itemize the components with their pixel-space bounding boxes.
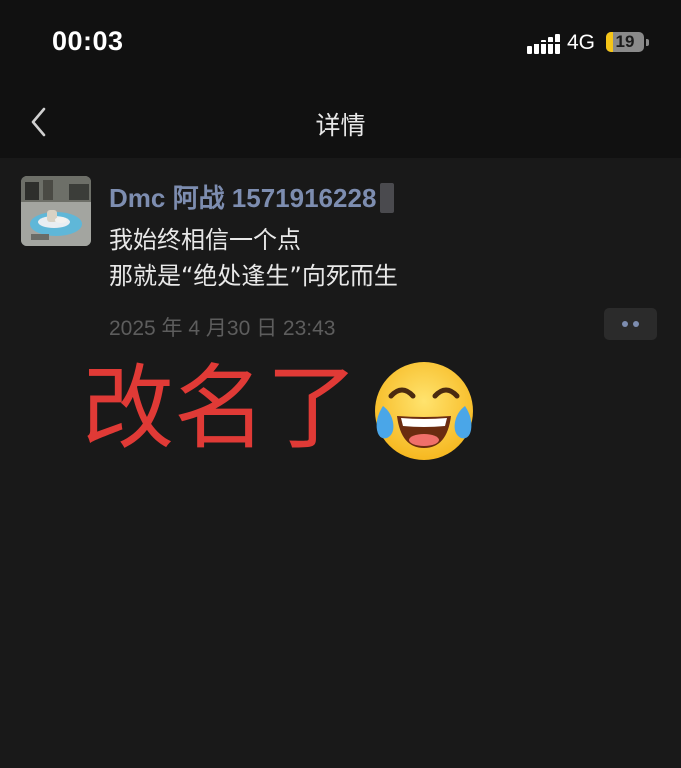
more-button[interactable] (604, 308, 657, 340)
avatar[interactable] (21, 176, 91, 246)
signal-strength-icon (527, 34, 560, 54)
battery-icon: 19 (606, 32, 649, 54)
author-name[interactable]: Dmc 阿战 1571916228 (109, 178, 395, 215)
nav-bar: 详情 (0, 88, 681, 158)
network-type: 4G (567, 31, 596, 54)
post-line: 那就是“绝处逢生”向死而生 (109, 262, 398, 290)
avatar-photo (21, 176, 91, 246)
tears-of-joy-emoji (375, 362, 474, 460)
overlay-caption: 改名了 (82, 356, 479, 466)
post-content: 我始终相信一个点 那就是“绝处逢生”向死而生 (109, 222, 398, 294)
post-line: 我始终相信一个点 (109, 226, 301, 254)
battery-level: 19 (615, 32, 635, 51)
redaction-mark (380, 183, 395, 213)
page-title: 详情 (315, 111, 366, 140)
status-bar: 00:03 4G 19 (0, 0, 681, 88)
post-timestamp: 2025 年 4 月30 日 23:43 (109, 317, 336, 340)
status-time: 00:03 (52, 26, 124, 56)
author-name-text: Dmc 阿战 1571916228 (109, 183, 377, 213)
overlay-text: 改名了 (82, 355, 359, 462)
